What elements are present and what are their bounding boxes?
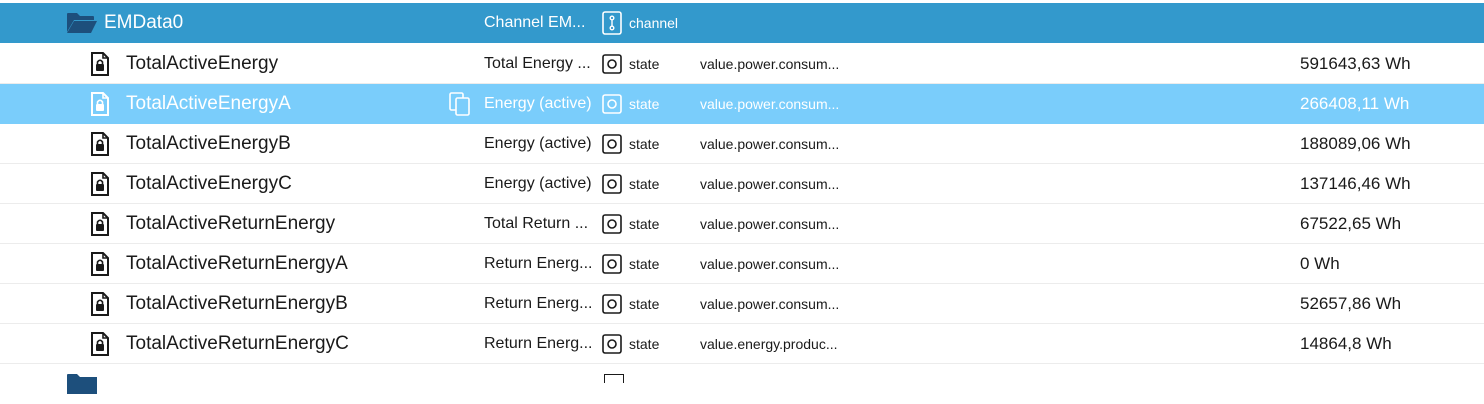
state-name[interactable]: TotalActiveReturnEnergyB [126,284,348,324]
state-type: state [629,56,660,72]
next-folder-type-icon [604,374,624,383]
state-type: state [629,216,660,232]
state-name[interactable]: TotalActiveEnergyC [126,164,292,204]
state-role: value.power.consum... [700,256,840,272]
file-lock-icon [90,84,110,124]
state-name[interactable]: TotalActiveReturnEnergy [126,204,335,244]
folder-label: Channel EM... [484,14,586,31]
state-role: value.power.consum... [700,296,840,312]
copy-icon[interactable] [449,92,471,116]
state-type: state [629,336,660,352]
state-role: value.power.consum... [700,216,840,232]
state-label: Energy (active) [484,95,592,112]
state-role: value.energy.produc... [700,336,838,352]
file-lock-icon [90,204,110,244]
state-name[interactable]: TotalActiveReturnEnergyA [126,244,348,284]
state-name[interactable]: TotalActiveEnergyA [126,84,291,124]
state-type-icon [602,134,622,154]
state-value[interactable]: 14864,8 Wh [1300,324,1392,364]
state-label: Energy (active) [484,135,592,152]
folder-row-emdata0[interactable]: EMData0 Channel EM... channel [0,3,1484,43]
file-lock-icon [90,44,110,84]
state-label: Energy (active) [484,175,592,192]
state-label: Return Energ... [484,255,593,272]
state-label: Total Energy ... [484,55,591,72]
state-value[interactable]: 137146,46 Wh [1300,164,1411,204]
state-row[interactable]: TotalActiveEnergyA Energy (active) state va… [0,84,1484,124]
state-label: Return Energ... [484,295,593,312]
state-type: state [629,296,660,312]
state-type-icon [602,254,622,274]
state-name[interactable]: TotalActiveEnergyB [126,124,291,164]
state-row[interactable]: TotalActiveEnergyB Energy (active) state va… [0,124,1484,164]
state-row[interactable]: TotalActiveEnergy Total Energy ... state va… [0,44,1484,84]
state-row[interactable]: TotalActiveReturnEnergy Total Return ... s… [0,204,1484,244]
state-value[interactable]: 188089,06 Wh [1300,124,1411,164]
state-type: state [629,176,660,192]
state-type-icon [602,294,622,314]
file-lock-icon [90,284,110,324]
folder-open-icon[interactable] [66,3,98,43]
state-type: state [629,136,660,152]
state-row[interactable]: TotalActiveReturnEnergyA Return Energ... s… [0,244,1484,284]
folder-type: channel [629,15,679,31]
file-lock-icon [90,164,110,204]
state-type-icon [602,174,622,194]
state-type-icon [602,214,622,234]
state-type-icon [602,334,622,354]
state-name[interactable]: TotalActiveEnergy [126,44,278,84]
next-folder-row[interactable] [0,364,1484,404]
state-role: value.power.consum... [700,96,840,112]
state-row[interactable]: TotalActiveEnergyC Energy (active) state va… [0,164,1484,204]
state-row[interactable]: TotalActiveReturnEnergyC Return Energ... s… [0,324,1484,364]
state-value[interactable]: 67522,65 Wh [1300,204,1401,244]
state-name[interactable]: TotalActiveReturnEnergyC [126,324,349,364]
state-type: state [629,96,660,112]
file-lock-icon [90,244,110,284]
state-label: Total Return ... [484,215,589,232]
folder-icon[interactable] [66,373,98,395]
state-value[interactable]: 591643,63 Wh [1300,44,1411,84]
file-lock-icon [90,124,110,164]
state-type-icon [602,54,622,74]
state-label: Return Energ... [484,335,593,352]
state-value[interactable]: 266408,11 Wh [1300,84,1409,124]
state-role: value.power.consum... [700,136,840,152]
state-type-icon [602,94,622,114]
state-value[interactable]: 0 Wh [1300,244,1340,284]
state-row[interactable]: TotalActiveReturnEnergyB Return Energ... s… [0,284,1484,324]
state-value[interactable]: 52657,86 Wh [1300,284,1401,324]
folder-name[interactable]: EMData0 [104,3,183,43]
state-role: value.power.consum... [700,56,840,72]
state-role: value.power.consum... [700,176,840,192]
channel-icon [602,11,622,35]
file-lock-icon [90,324,110,364]
state-type: state [629,256,660,272]
